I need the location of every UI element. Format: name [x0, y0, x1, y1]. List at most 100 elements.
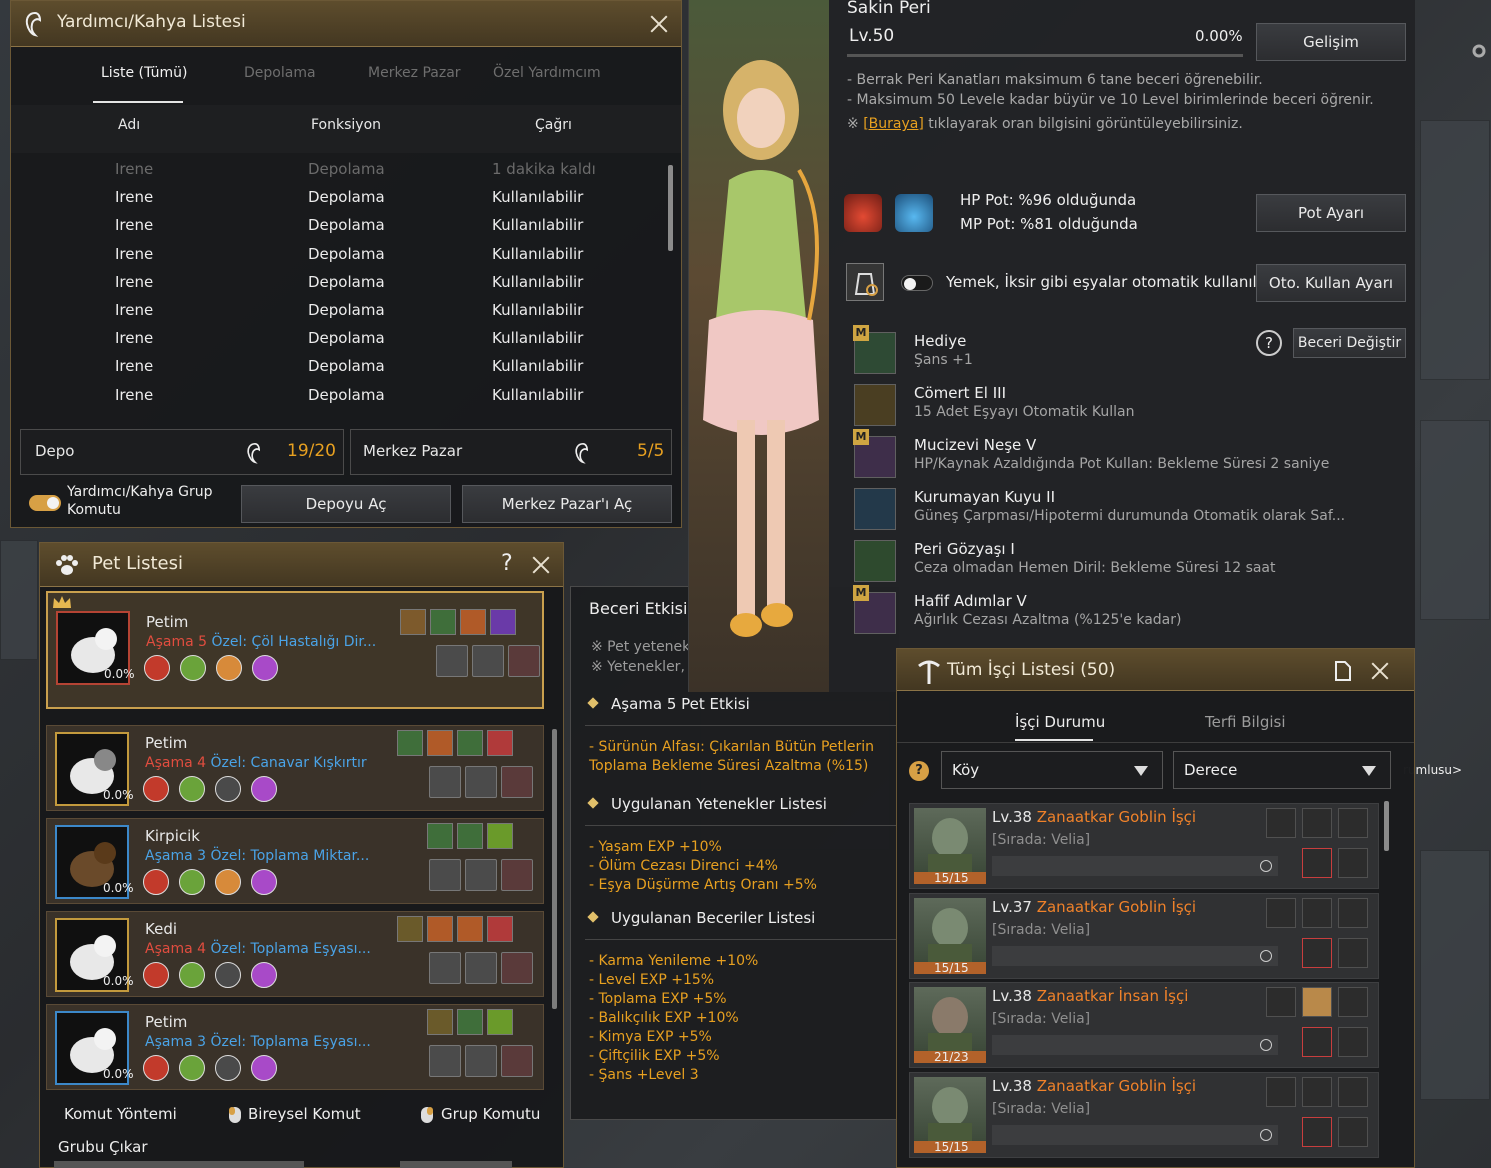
worker-list-header[interactable]: Tüm İşçi Listesi (50) [897, 649, 1414, 691]
hp-potion-icon[interactable] [844, 194, 882, 232]
worker-close-icon[interactable] [1369, 660, 1391, 682]
here-link[interactable]: [Buraya] [863, 116, 924, 132]
helper-row[interactable]: Irene Depolama Kullanılabilir [11, 298, 661, 324]
dismiss-worker-icon[interactable] [1338, 897, 1368, 928]
pet-feed-icon[interactable] [429, 859, 461, 891]
helper-row[interactable]: Irene Depolama Kullanılabilir [11, 354, 661, 380]
pet-list-header[interactable]: Pet Listesi ? [40, 543, 563, 587]
helper-row-call: Kullanılabilir [492, 272, 584, 291]
beer-icon[interactable] [1302, 897, 1332, 928]
tab-list-all[interactable]: Liste (Tümü) [101, 65, 187, 81]
settings-gear-icon[interactable] [1470, 42, 1488, 60]
worker-card[interactable]: 15/15 Lv.38 Zanaatkar Goblin İşçi [Sırada:… [909, 1071, 1379, 1158]
beer-icon[interactable] [1302, 1076, 1332, 1107]
auto-use-toggle[interactable] [901, 275, 933, 291]
worker-name-line: Lv.38 Zanaatkar İnsan İşçi [992, 987, 1188, 1005]
dismiss-worker-icon[interactable] [1338, 987, 1368, 1017]
fairy-skill-row[interactable]: Kurumayan Kuyu II Güneş Çarpması/Hipoterm… [844, 486, 1404, 534]
tab-central-market[interactable]: Merkez Pazar [368, 65, 461, 81]
individual-command-button[interactable]: Bireysel Komut [248, 1105, 361, 1123]
pet-card[interactable]: 0.0% Kirpicik Aşama 3 Özel: Toplama Miktar… [46, 818, 544, 904]
worker-help-icon[interactable]: ? [909, 761, 929, 781]
helper-row[interactable]: Irene Depolama Kullanılabilir [11, 383, 661, 409]
fairy-skill-row[interactable]: M Hafif Adımlar V Ağırlık Cezası Azaltma (… [844, 585, 1404, 638]
mp-potion-icon[interactable] [895, 194, 933, 232]
pet-unsummon-icon[interactable] [501, 952, 533, 984]
pet-close-icon[interactable] [530, 554, 552, 576]
refresh-icon[interactable] [1260, 1039, 1272, 1051]
pet-paw-icon[interactable] [465, 952, 497, 984]
refresh-icon[interactable] [1260, 949, 1272, 962]
pet-card[interactable]: 0.0% Kedi Aşama 4 Özel: Toplama Eşyası... [46, 911, 544, 997]
pet-unsummon-icon[interactable] [501, 1045, 533, 1077]
growth-button[interactable]: Gelişim [1256, 23, 1406, 61]
pet-card[interactable]: 0.0% Petim Aşama 4 Özel: Canavar Kışkırtır [46, 725, 544, 811]
cancel-work-icon[interactable] [1302, 848, 1332, 878]
stamina-off-icon[interactable] [1266, 897, 1296, 928]
cancel-work-icon[interactable] [1302, 937, 1332, 968]
promote-worker-icon[interactable] [1338, 1027, 1368, 1057]
pet-paw-icon[interactable] [472, 645, 504, 677]
remove-group-button[interactable]: Grubu Çıkar [58, 1138, 148, 1156]
stamina-off-icon[interactable] [1266, 987, 1296, 1017]
helper-close-icon[interactable] [648, 13, 670, 35]
beer-icon[interactable] [1302, 808, 1332, 838]
open-storage-button[interactable]: Depoyu Aç [241, 485, 451, 523]
pet-feed-icon[interactable] [429, 1045, 461, 1077]
pet-card[interactable]: 0.0% Petim Aşama 5 Özel: Çöl Hastalığı Dir… [46, 591, 544, 709]
dismiss-worker-icon[interactable] [1338, 1076, 1368, 1107]
helper-list-header[interactable]: Yardımcı/Kahya Listesi [11, 1, 681, 47]
fairy-skill-row[interactable]: M Mucizevi Neşe V HP/Kaynak Azaldığında Po… [844, 429, 1404, 482]
group-command-button[interactable]: Grup Komutu [441, 1105, 540, 1123]
group-command-toggle[interactable] [29, 495, 61, 511]
promote-worker-icon[interactable] [1338, 937, 1368, 968]
helper-row[interactable]: Irene Depolama Kullanılabilir [11, 270, 661, 296]
refresh-icon[interactable] [1260, 860, 1272, 872]
worker-card[interactable]: 15/15 Lv.37 Zanaatkar Goblin İşçi [Sırada:… [909, 892, 1379, 979]
pet-unsummon-icon[interactable] [501, 766, 533, 798]
promote-worker-icon[interactable] [1338, 848, 1368, 878]
pet-paw-icon[interactable] [465, 1045, 497, 1077]
tab-private-helper[interactable]: Özel Yardımcım [493, 65, 601, 81]
pet-list-scrollbar[interactable] [552, 729, 557, 1009]
pot-settings-button[interactable]: Pot Ayarı [1256, 194, 1406, 232]
helper-row[interactable]: Irene Depolama Kullanılabilir [11, 185, 661, 211]
cancel-work-icon[interactable] [1302, 1027, 1332, 1057]
helper-row[interactable]: Irene Depolama Kullanılabilir [11, 242, 661, 268]
auto-use-settings-button[interactable]: Oto. Kullan Ayarı [1256, 264, 1406, 302]
cancel-work-icon[interactable] [1302, 1116, 1332, 1147]
pet-feed-icon[interactable] [429, 952, 461, 984]
document-icon[interactable] [1334, 661, 1352, 681]
open-market-button[interactable]: Merkez Pazar'ı Aç [462, 485, 672, 523]
helper-row[interactable]: Irene Depolama 1 dakika kaldı [11, 157, 661, 183]
stamina-off-icon[interactable] [1266, 1076, 1296, 1107]
pet-paw-icon[interactable] [465, 859, 497, 891]
tab-storage[interactable]: Depolama [244, 65, 316, 81]
pet-paw-icon[interactable] [465, 766, 497, 798]
beer-icon[interactable] [1302, 987, 1332, 1017]
fairy-skill-row[interactable]: Cömert El III 15 Adet Eşyayı Otomatik Kul… [844, 382, 1404, 430]
tab-worker-status[interactable]: İşçi Durumu [1015, 713, 1105, 731]
tab-promotion-info[interactable]: Terfi Bilgisi [1205, 713, 1286, 731]
helper-list-scrollbar[interactable] [668, 165, 673, 251]
worker-list-scrollbar[interactable] [1384, 801, 1389, 851]
pet-unsummon-icon[interactable] [508, 645, 540, 677]
refresh-icon[interactable] [1260, 1128, 1272, 1141]
stamina-off-icon[interactable] [1266, 808, 1296, 838]
dismiss-worker-icon[interactable] [1338, 808, 1368, 838]
helper-row[interactable]: Irene Depolama Kullanılabilir [11, 213, 661, 239]
helper-row[interactable]: Irene Depolama Kullanılabilir [11, 326, 661, 352]
fairy-skill-row[interactable]: M Hediye Şans +1 [844, 325, 1404, 378]
worker-card[interactable]: 21/23 Lv.38 Zanaatkar İnsan İşçi [Sırada: … [909, 982, 1379, 1068]
promote-worker-icon[interactable] [1338, 1116, 1368, 1147]
pet-feed-icon[interactable] [429, 766, 461, 798]
pet-card[interactable]: 0.0% Petim Aşama 3 Özel: Toplama Eşyası... [46, 1004, 544, 1090]
worker-card[interactable]: 15/15 Lv.38 Zanaatkar Goblin İşçi [Sırada:… [909, 803, 1379, 889]
pet-help-icon[interactable]: ? [501, 551, 513, 576]
grade-filter-select[interactable]: Derece [1173, 751, 1391, 789]
skill-hand-icon [179, 869, 205, 895]
fairy-skill-row[interactable]: Peri Gözyaşı I Ceza olmadan Hemen Diril: … [844, 538, 1404, 586]
pet-unsummon-icon[interactable] [501, 859, 533, 891]
town-filter-select[interactable]: Köy [941, 751, 1163, 789]
pet-feed-icon[interactable] [436, 645, 468, 677]
